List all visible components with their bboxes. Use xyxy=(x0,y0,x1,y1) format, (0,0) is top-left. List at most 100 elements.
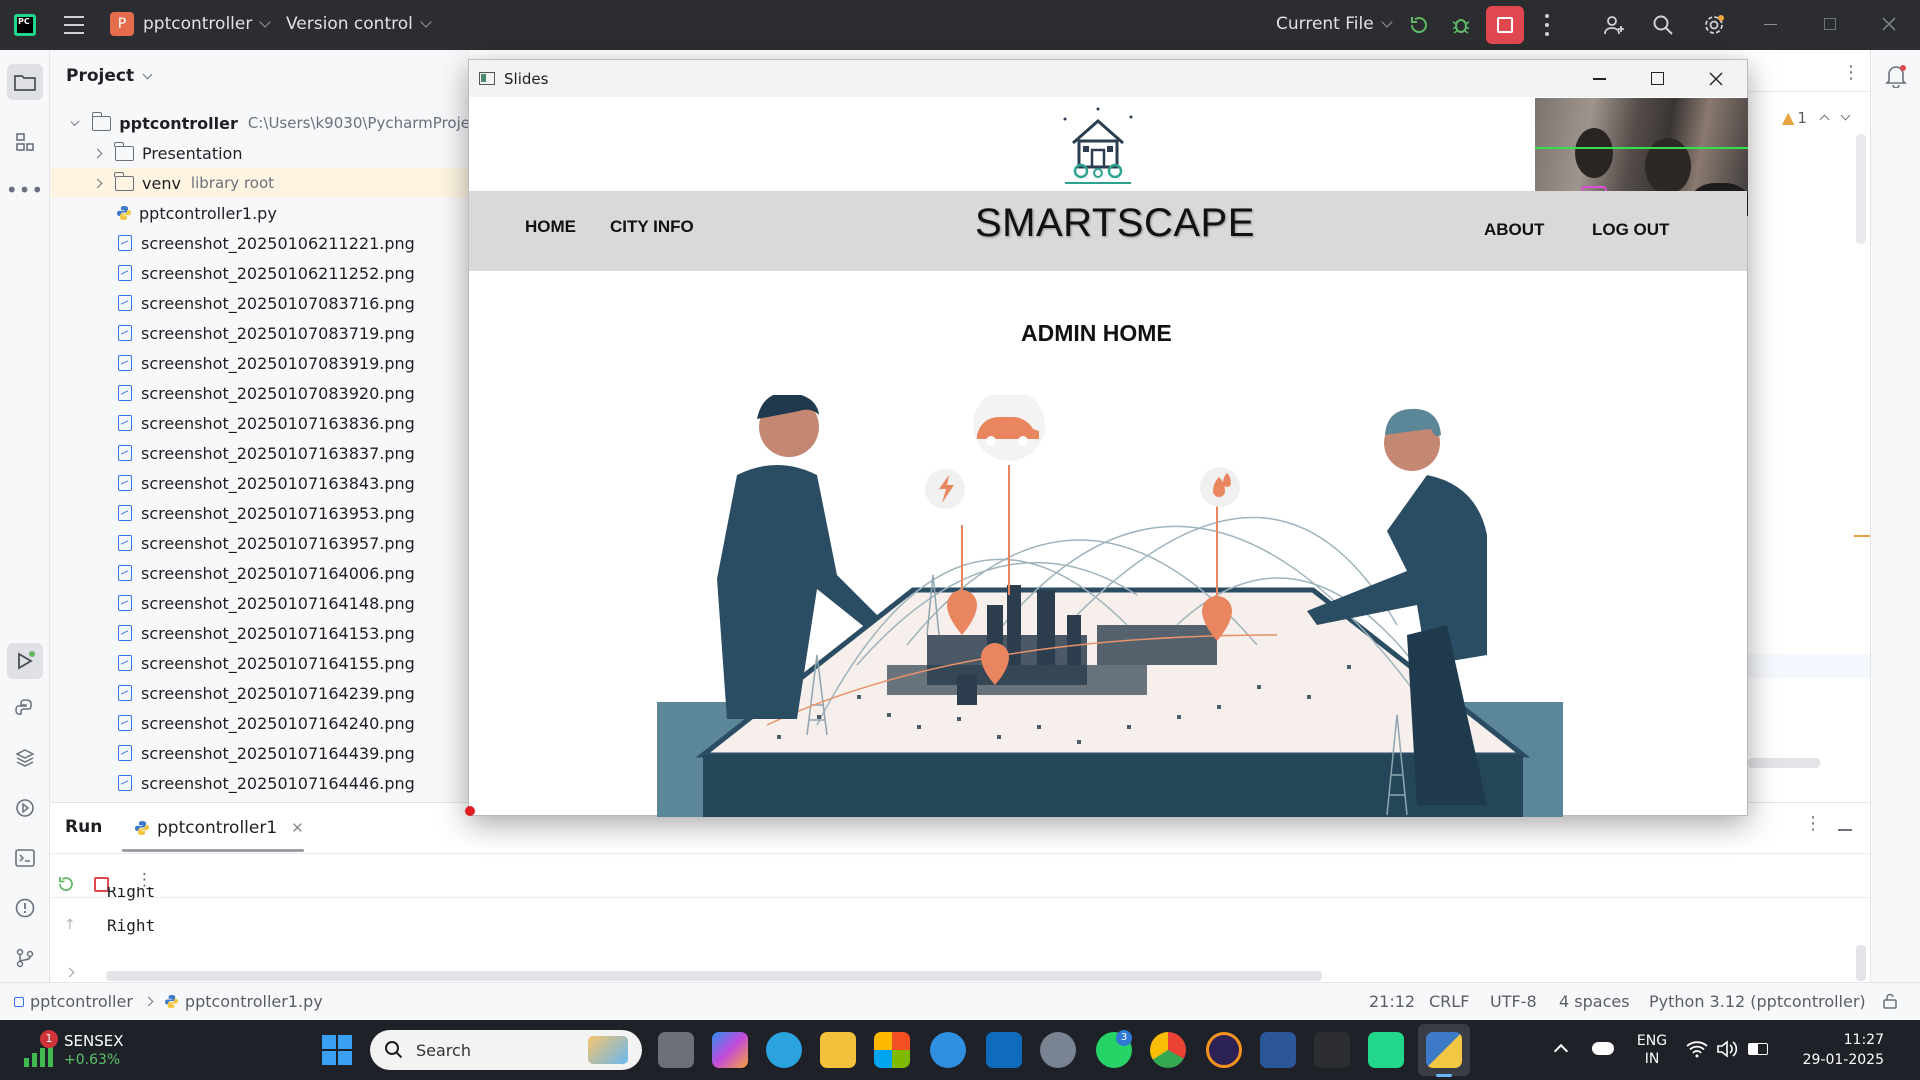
lock-icon[interactable] xyxy=(1882,993,1898,1009)
stop-button[interactable] xyxy=(1486,6,1524,44)
close-icon[interactable]: ✕ xyxy=(291,819,304,837)
debug-icon[interactable] xyxy=(1450,14,1472,36)
editor-horizontal-scrollbar[interactable] xyxy=(1748,758,1820,768)
word-app[interactable] xyxy=(1260,1032,1296,1068)
start-button[interactable] xyxy=(322,1035,352,1065)
settings-gear-icon[interactable] xyxy=(1702,13,1726,37)
nav-about-link[interactable]: ABOUT xyxy=(1484,220,1544,240)
clock[interactable]: 11:27 29-01-2025 xyxy=(1784,1030,1884,1070)
tree-file-row[interactable]: screenshot_20250107163837.png xyxy=(50,438,470,468)
line-separator[interactable]: CRLF xyxy=(1429,992,1469,1011)
indent-setting[interactable]: 4 spaces xyxy=(1559,992,1630,1011)
stock-widget[interactable]: 1 SENSEX +0.63% xyxy=(22,1030,142,1072)
language-indicator[interactable]: ENG IN xyxy=(1628,1032,1676,1068)
main-menu-icon[interactable] xyxy=(64,16,84,34)
vcs-widget[interactable]: Version control xyxy=(286,14,432,34)
expand-icon[interactable] xyxy=(64,961,75,980)
notifications-bell-icon[interactable] xyxy=(1885,64,1907,88)
tree-file-row[interactable]: screenshot_20250107163953.png xyxy=(50,498,470,528)
tree-file-row[interactable]: screenshot_20250107163957.png xyxy=(50,528,470,558)
python-packages-button[interactable] xyxy=(12,695,38,721)
taskbar-search-box[interactable]: Search xyxy=(370,1030,642,1070)
window-resize-grip[interactable] xyxy=(465,806,475,816)
editor-options-icon[interactable]: ⋮ xyxy=(1842,64,1860,82)
tree-file-row[interactable]: pptcontroller1.py xyxy=(50,198,470,228)
tree-root-row[interactable]: pptcontroller C:\Users\k9030\PycharmProj… xyxy=(50,108,470,138)
tree-file-row[interactable]: screenshot_20250107164148.png xyxy=(50,588,470,618)
wifi-icon[interactable] xyxy=(1686,1040,1708,1058)
tree-file-row[interactable]: screenshot_20250106211221.png xyxy=(50,228,470,258)
outlook-app[interactable] xyxy=(986,1032,1022,1068)
tree-file-row[interactable]: screenshot_20250107164153.png xyxy=(50,618,470,648)
python-interpreter[interactable]: Python 3.12 (pptcontroller) xyxy=(1649,992,1866,1011)
run-config-selector[interactable]: Current File xyxy=(1276,14,1393,34)
code-with-me-icon[interactable] xyxy=(1602,13,1626,37)
window-restore-button[interactable] xyxy=(1824,18,1836,30)
pycharm-app[interactable] xyxy=(1368,1032,1404,1068)
task-view-app[interactable] xyxy=(658,1032,694,1068)
tree-file-row[interactable]: screenshot_20250106211252.png xyxy=(50,258,470,288)
tree-file-row[interactable]: screenshot_20250107083716.png xyxy=(50,288,470,318)
volume-icon[interactable] xyxy=(1716,1040,1738,1058)
more-tools-button[interactable]: ••• xyxy=(6,177,43,203)
tree-file-row[interactable]: screenshot_20250107164446.png xyxy=(50,768,470,798)
run-panel-options-icon[interactable]: ⋮ xyxy=(1804,815,1822,833)
settings-app[interactable] xyxy=(1040,1032,1076,1068)
window-minimize-button[interactable] xyxy=(1764,24,1777,25)
telegram-app[interactable] xyxy=(766,1032,802,1068)
console-horizontal-scrollbar[interactable] xyxy=(106,971,1322,981)
hide-panel-button[interactable] xyxy=(1838,829,1852,831)
eclipse-app[interactable] xyxy=(1206,1032,1242,1068)
chrome-app[interactable] xyxy=(1150,1032,1186,1068)
microsoft-store-app[interactable] xyxy=(874,1032,910,1068)
onedrive-icon[interactable] xyxy=(1592,1042,1614,1055)
project-panel-header[interactable]: Project xyxy=(66,66,153,86)
nav-home-link[interactable]: HOME xyxy=(525,217,576,237)
project-tool-button[interactable] xyxy=(7,64,43,100)
python-app[interactable] xyxy=(1426,1032,1462,1068)
window-close-button[interactable] xyxy=(1882,17,1896,31)
tree-file-row[interactable]: screenshot_20250107164006.png xyxy=(50,558,470,588)
slides-minimize-button[interactable] xyxy=(1593,78,1606,80)
tree-file-row[interactable]: screenshot_20250107163843.png xyxy=(50,468,470,498)
tree-file-row[interactable]: screenshot_20250107164155.png xyxy=(50,648,470,678)
slides-title-bar[interactable]: Slides xyxy=(469,60,1747,97)
tree-file-row[interactable]: screenshot_20250107164439.png xyxy=(50,738,470,768)
battery-icon[interactable] xyxy=(1748,1043,1768,1055)
help-app[interactable] xyxy=(930,1032,966,1068)
editor-vertical-scrollbar[interactable] xyxy=(1856,134,1866,244)
tree-file-row[interactable]: screenshot_20250107164239.png xyxy=(50,678,470,708)
smartscape-logo[interactable] xyxy=(1053,103,1143,187)
tree-file-row[interactable]: screenshot_20250107163836.png xyxy=(50,408,470,438)
breadcrumb-project[interactable]: pptcontroller xyxy=(30,992,133,1011)
tree-file-row[interactable]: screenshot_20250107083719.png xyxy=(50,318,470,348)
slides-window[interactable]: Slides HOME CITY INFO SMARTSCAPE ABOUT L… xyxy=(465,59,1748,817)
console-vertical-scrollbar[interactable] xyxy=(1856,945,1866,981)
git-tool-button[interactable] xyxy=(12,945,38,971)
tree-file-row[interactable]: screenshot_20250107083919.png xyxy=(50,348,470,378)
slides-close-button[interactable] xyxy=(1709,72,1723,86)
pycharm-logo-icon[interactable]: PC xyxy=(14,14,36,36)
tree-folder-row[interactable]: Presentation xyxy=(50,138,470,168)
run-more-icon[interactable]: ⋮ xyxy=(136,872,153,889)
caret-position[interactable]: 21:12 xyxy=(1369,992,1415,1011)
slides-maximize-button[interactable] xyxy=(1651,72,1664,85)
tree-folder-row-selected[interactable]: venv library root xyxy=(50,168,470,198)
inspection-widget[interactable]: ▲ 1 xyxy=(1782,108,1851,127)
run-tool-button[interactable] xyxy=(7,643,43,679)
file-encoding[interactable]: UTF-8 xyxy=(1490,992,1537,1011)
run-tab[interactable]: pptcontroller1 ✕ xyxy=(134,815,304,841)
terminal-tool-button[interactable] xyxy=(12,845,38,871)
layers-tool-button[interactable] xyxy=(12,745,38,771)
tree-file-row[interactable]: screenshot_20250107083920.png xyxy=(50,378,470,408)
rerun-icon[interactable] xyxy=(1408,14,1430,36)
structure-tool-button[interactable] xyxy=(12,129,38,155)
pen-app[interactable] xyxy=(1314,1032,1350,1068)
nav-logout-link[interactable]: LOG OUT xyxy=(1592,220,1669,240)
show-hidden-icons[interactable] xyxy=(1553,1043,1569,1059)
services-tool-button[interactable] xyxy=(12,795,38,821)
copilot-app[interactable] xyxy=(712,1032,748,1068)
file-explorer-app[interactable] xyxy=(820,1032,856,1068)
search-icon[interactable] xyxy=(1652,14,1674,36)
project-widget[interactable]: P pptcontroller xyxy=(110,12,272,36)
